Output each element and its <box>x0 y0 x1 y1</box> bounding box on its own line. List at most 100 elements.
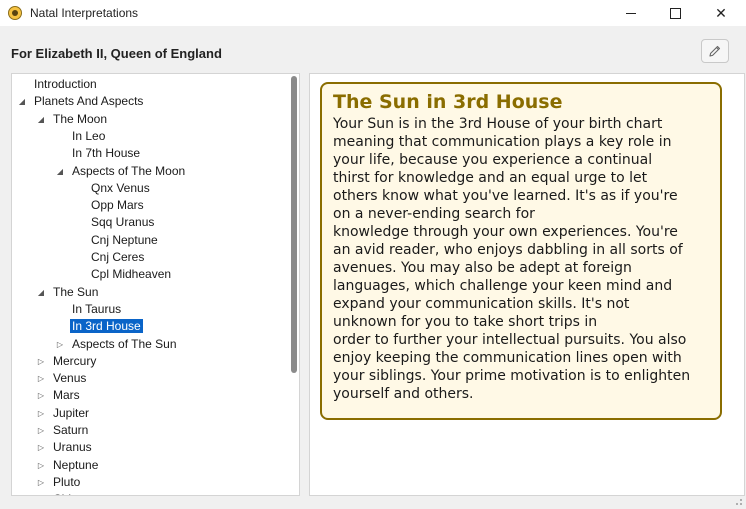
tree-item-label: Opp Mars <box>91 198 144 213</box>
tree-item-label: Pluto <box>53 474 81 489</box>
expanded-arrow-icon[interactable]: ◢ <box>36 111 46 128</box>
tree-item[interactable]: Qnx Venus <box>89 180 152 197</box>
interpretation-line: avenues. You may also be adept at foreig… <box>333 260 632 276</box>
tree-item[interactable]: ▷ Neptune <box>38 457 100 474</box>
interpretation-line: expand your communication skills. It's n… <box>333 296 630 312</box>
collapsed-arrow-icon[interactable]: ▷ <box>36 474 46 491</box>
interpretation-line: Your Sun is in the 3rd House of your bir… <box>333 116 663 132</box>
collapsed-arrow-icon[interactable]: ▷ <box>36 491 46 495</box>
collapsed-arrow-icon[interactable]: ▷ <box>36 370 46 387</box>
collapsed-arrow-icon[interactable]: ▷ <box>36 439 46 456</box>
tree-item[interactable]: Opp Mars <box>89 197 146 214</box>
tree-item-label: Planets And Aspects <box>34 94 144 109</box>
interpretation-text: Your Sun is in the 3rd House of your bir… <box>333 115 710 403</box>
tree-item-label: Aspects of The Sun <box>72 336 177 351</box>
tree-item-label: Neptune <box>53 457 99 472</box>
tree-item-label: Cnj Neptune <box>91 232 158 247</box>
tree-item[interactable]: ▷ Uranus <box>38 439 94 456</box>
interpretation-line: on a never-ending search for <box>333 206 535 222</box>
tree-item[interactable]: ◢ The Moon <box>38 111 109 128</box>
tree-item-label: Mars <box>53 388 80 403</box>
close-button[interactable]: ✕ <box>698 0 744 26</box>
tree-item[interactable]: Cnj Ceres <box>89 249 146 266</box>
interpretation-panel: The Sun in 3rd House Your Sun is in the … <box>309 73 745 496</box>
tree-scrollbar[interactable] <box>289 74 299 495</box>
app-sun-icon <box>8 6 22 20</box>
minimize-button[interactable] <box>608 0 654 26</box>
interpretation-line: your life, because you experience a cont… <box>333 152 653 168</box>
tree-item[interactable]: Cpl Midheaven <box>89 266 173 283</box>
collapsed-arrow-icon[interactable]: ▷ <box>36 353 46 370</box>
tree-item[interactable]: ▷ Aspects of The Sun <box>57 336 179 353</box>
title-bar: Natal Interpretations ✕ <box>0 0 746 26</box>
interpretation-title: The Sun in 3rd House <box>333 91 563 113</box>
interpretation-line: yourself and others. <box>333 386 474 402</box>
collapsed-arrow-icon[interactable]: ▷ <box>36 405 46 422</box>
tree-item[interactable]: ▷ Venus <box>38 370 88 387</box>
tree-item[interactable]: In 3rd House <box>70 318 143 335</box>
interpretation-line: an avid reader, who enjoys dabbling in a… <box>333 242 683 258</box>
collapsed-arrow-icon[interactable]: ▷ <box>55 336 65 353</box>
tree-item[interactable]: In 7th House <box>70 145 142 162</box>
collapsed-arrow-icon[interactable]: ▷ <box>36 387 46 404</box>
tree-item-label: Cpl Midheaven <box>91 267 172 282</box>
tree-item-label: Introduction <box>34 77 97 91</box>
tree-item-label: Qnx Venus <box>91 180 150 195</box>
tree-item-label: Sqq Uranus <box>91 215 155 230</box>
tree-item[interactable]: ◢ The Sun <box>38 284 100 301</box>
interpretation-line: order to further your intellectual pursu… <box>333 332 687 348</box>
expanded-arrow-icon[interactable]: ◢ <box>17 93 27 110</box>
tree-item[interactable]: Sqq Uranus <box>89 214 156 231</box>
tree-item-label: Mercury <box>53 353 97 368</box>
maximize-icon <box>669 7 681 19</box>
tree-item[interactable]: ◢ Aspects of The Moon <box>57 163 187 180</box>
tree-item-label: Jupiter <box>53 405 90 420</box>
chart-owner-title: For Elizabeth II, Queen of England <box>11 46 222 61</box>
tree-item-label: Aspects of The Moon <box>72 163 186 178</box>
header: For Elizabeth II, Queen of England <box>0 26 746 72</box>
tree-item-label: In Taurus <box>72 301 122 316</box>
pencil-icon <box>709 45 721 57</box>
tree-item-label: Uranus <box>53 440 92 455</box>
tree-item[interactable]: ◢ Planets And Aspects <box>19 93 145 110</box>
interpretation-line: others know what you've learned. It's as… <box>333 188 678 204</box>
interpretation-line: thirst for knowledge and an equal urge t… <box>333 170 648 186</box>
tree-item[interactable]: In Leo <box>70 128 107 145</box>
tree-scrollbar-thumb[interactable] <box>291 76 297 373</box>
interpretation-line: knowledge through your own experiences. … <box>333 224 678 240</box>
collapsed-arrow-icon[interactable]: ▷ <box>36 422 46 439</box>
tree-item[interactable]: ▷ Mars <box>38 387 82 404</box>
expanded-arrow-icon[interactable]: ◢ <box>55 163 65 180</box>
tree-item[interactable]: ▷ Saturn <box>38 422 90 439</box>
interpretation-line: unknown for you to take short trips in <box>333 314 598 330</box>
tree-item-label: The Moon <box>53 111 108 126</box>
tree-item[interactable]: ▷ Mercury <box>38 353 98 370</box>
interpretation-line: meaning that communication plays a key r… <box>333 134 672 150</box>
tree-item-label: In Leo <box>72 128 106 143</box>
interpretation-line: your siblings. Your prime motivation is … <box>333 368 691 384</box>
edit-button[interactable] <box>701 39 729 63</box>
tree-item[interactable]: ▷ Jupiter <box>38 405 91 422</box>
tree-item-label: Venus <box>53 371 87 386</box>
tree-item[interactable]: ▷Chiron <box>51 491 90 495</box>
resize-grip-icon[interactable] <box>731 494 743 506</box>
tree-item[interactable]: Introduction <box>32 76 99 93</box>
tree-item-label: Saturn <box>53 423 89 437</box>
window-title: Natal Interpretations <box>30 6 139 20</box>
expanded-arrow-icon[interactable]: ◢ <box>36 284 46 301</box>
interpretation-card: The Sun in 3rd House Your Sun is in the … <box>320 82 722 420</box>
interpretation-line: languages, which challenge your keen min… <box>333 278 673 294</box>
maximize-button[interactable] <box>652 0 698 26</box>
tree-item-label: Cnj Ceres <box>91 250 145 264</box>
tree-item[interactable]: ▷ Pluto <box>38 474 82 491</box>
tree-item-label: In 3rd House <box>70 319 143 334</box>
tree-item[interactable]: Cnj Neptune <box>89 232 160 249</box>
interpretation-line: enjoy keeping the communication lines op… <box>333 350 682 366</box>
minimize-icon <box>626 12 636 14</box>
topic-tree[interactable]: Introduction ◢ Planets And Aspects ◢ The Moo… <box>11 73 300 496</box>
tree-item-label: Chiron <box>51 492 90 495</box>
collapsed-arrow-icon[interactable]: ▷ <box>36 457 46 474</box>
tree-item-label: In 7th House <box>72 146 141 161</box>
tree-item[interactable]: In Taurus <box>70 301 123 318</box>
tree-item-label: The Sun <box>53 284 99 299</box>
